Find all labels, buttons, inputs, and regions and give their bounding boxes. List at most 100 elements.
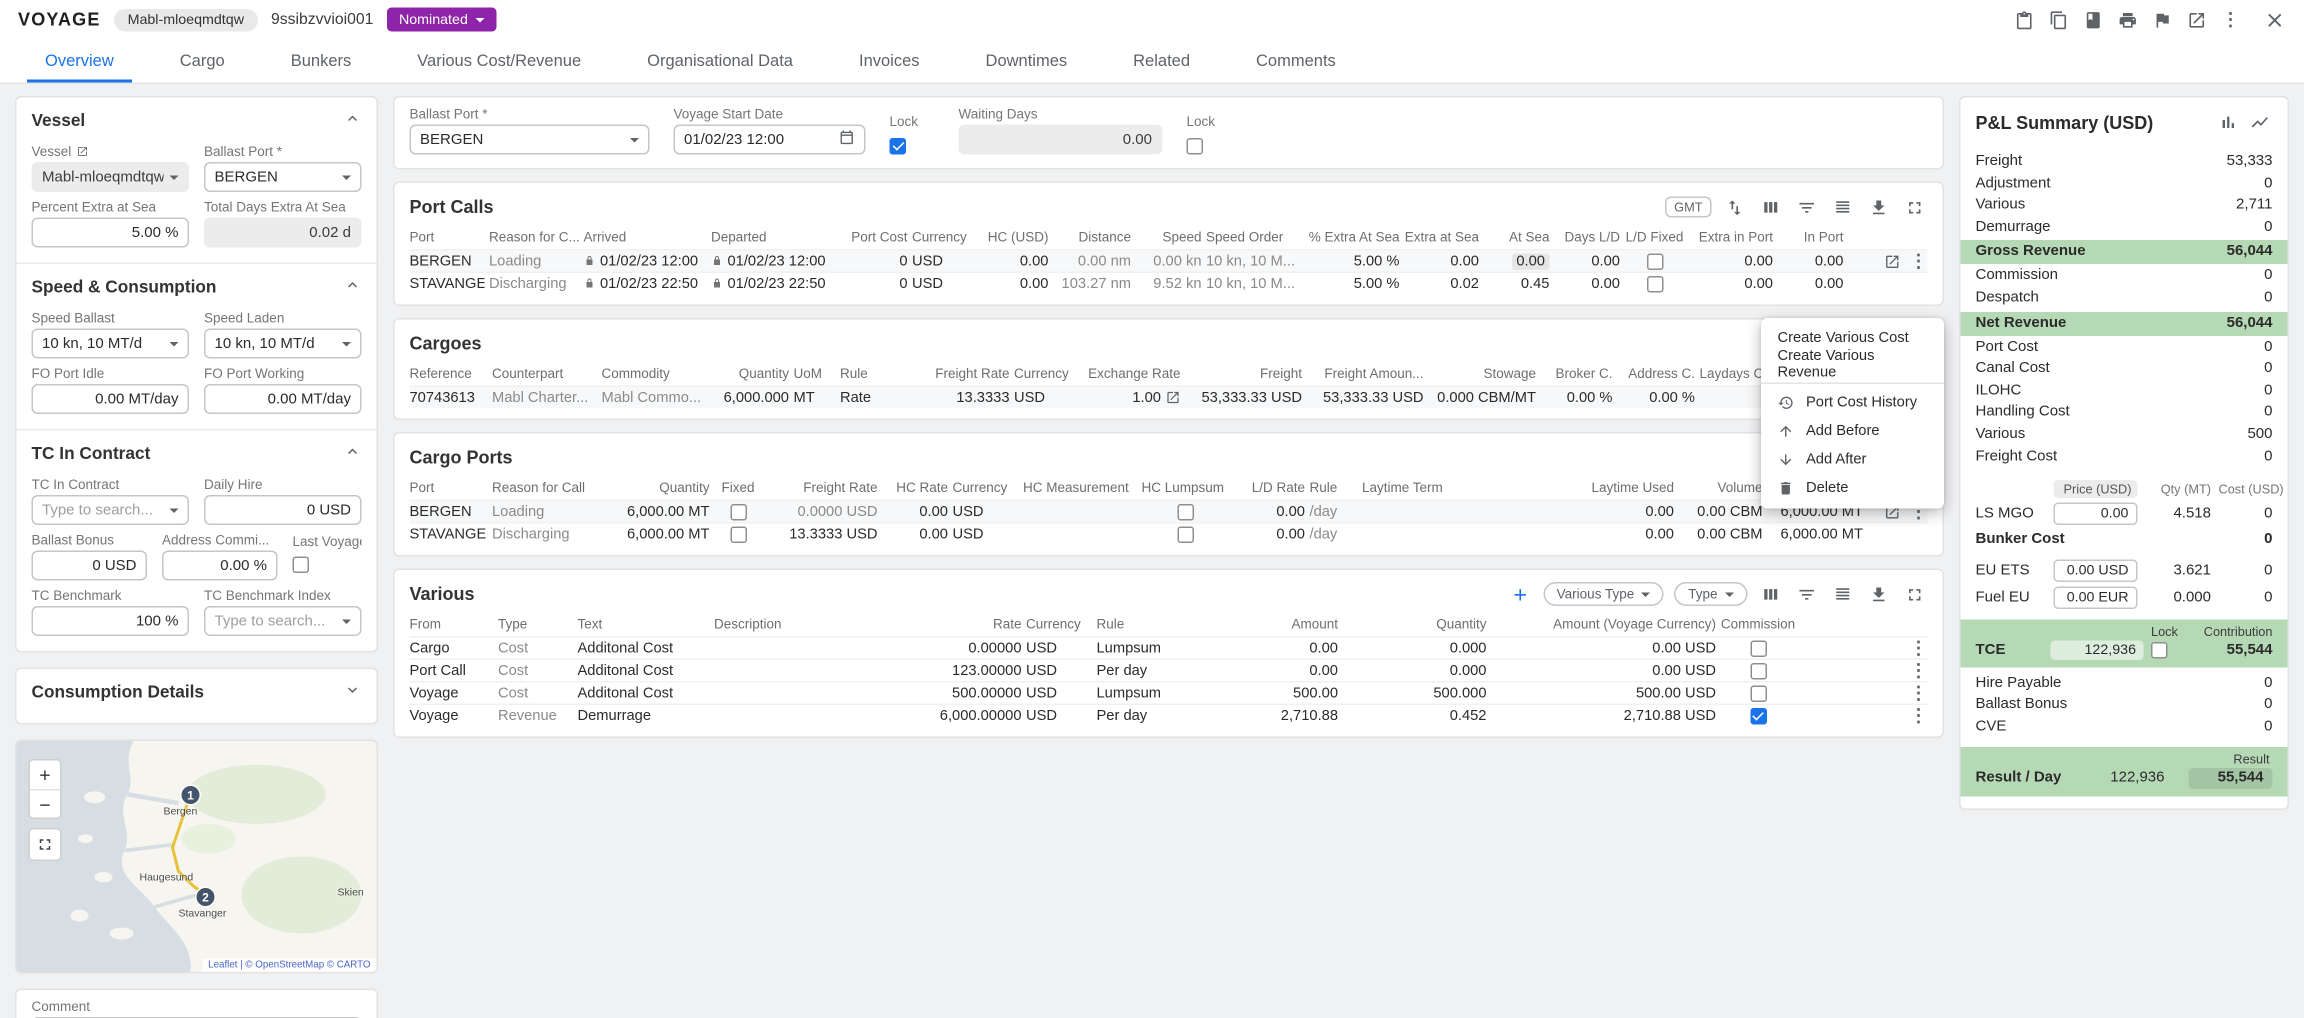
fuel-eu-price-input[interactable]: 0.00 EUR bbox=[2054, 587, 2138, 610]
sort-icon[interactable] bbox=[1722, 194, 1748, 220]
ls-mgo-price-input[interactable]: 0.00 bbox=[2054, 502, 2138, 525]
menu-item-delete[interactable]: Delete bbox=[1761, 474, 1944, 503]
column-header[interactable]: Laytime Term bbox=[1362, 480, 1577, 495]
eu-ets-price-input[interactable]: 0.00 USD bbox=[2054, 560, 2138, 583]
column-header[interactable]: From bbox=[410, 617, 494, 632]
columns-icon[interactable] bbox=[1758, 581, 1784, 607]
column-header[interactable]: Volume bbox=[1679, 480, 1763, 495]
ld-fixed-checkbox[interactable] bbox=[1646, 253, 1663, 270]
various-type-filter[interactable]: Various Type bbox=[1543, 582, 1664, 606]
row-menu-icon[interactable]: ⋮ bbox=[1910, 252, 1928, 270]
zoom-in-button[interactable]: + bbox=[30, 761, 60, 790]
column-header[interactable]: Laytime Used bbox=[1581, 480, 1674, 495]
zoom-out-button[interactable]: − bbox=[30, 789, 60, 818]
cargo-row[interactable]: 70743613 Mabl Charter... Mabl Commo... 6… bbox=[410, 386, 1928, 409]
port-call-row[interactable]: BERGEN Loading 01/02/23 12:00 01/02/23 1… bbox=[410, 249, 1928, 272]
daily-hire-input[interactable]: 0 USD bbox=[204, 495, 362, 525]
waiting-days-lock-checkbox[interactable] bbox=[1187, 138, 1204, 155]
column-header[interactable]: Departed bbox=[711, 230, 834, 245]
ld-fixed-checkbox[interactable] bbox=[1646, 275, 1663, 292]
column-header[interactable]: Quantity bbox=[608, 480, 710, 495]
column-header[interactable]: Rule bbox=[1097, 617, 1190, 632]
column-header[interactable]: Rate bbox=[929, 617, 1022, 632]
fo-port-idle-input[interactable]: 0.00 MT/day bbox=[32, 384, 190, 414]
tc-in-contract-search[interactable]: Type to search... bbox=[32, 495, 190, 525]
column-header[interactable]: Stowage bbox=[1428, 366, 1536, 381]
add-various-icon[interactable] bbox=[1507, 581, 1533, 607]
column-header[interactable]: Freight Rate bbox=[767, 480, 878, 495]
column-header[interactable]: Reference bbox=[410, 366, 488, 381]
column-header[interactable]: Broker C. bbox=[1541, 366, 1613, 381]
collapse-chevron-up-icon[interactable] bbox=[344, 441, 362, 468]
various-row[interactable]: Cargo Cost Additonal Cost 0.00000 USD Lu… bbox=[410, 636, 1928, 659]
menu-item-create-various-cost[interactable]: Create Various Cost bbox=[1761, 324, 1944, 351]
column-header[interactable]: Currency bbox=[953, 480, 1019, 495]
menu-item-create-various-revenue[interactable]: Create Various Revenue bbox=[1761, 351, 1944, 378]
columns-icon[interactable] bbox=[1758, 194, 1784, 220]
various-row[interactable]: Voyage Cost Additonal Cost 500.00000 USD… bbox=[410, 681, 1928, 704]
column-header[interactable]: Speed bbox=[1136, 230, 1202, 245]
column-header[interactable]: Fixed bbox=[721, 480, 754, 495]
column-header[interactable]: L/D Fixed bbox=[1626, 230, 1684, 245]
commission-checkbox[interactable] bbox=[1750, 662, 1767, 679]
cargo-port-row[interactable]: STAVANGER Discharging 6,000.00 MT 13.333… bbox=[410, 522, 1928, 545]
hc-lumpsum-checkbox[interactable] bbox=[1177, 526, 1194, 543]
column-header[interactable]: At Sea bbox=[1484, 230, 1550, 245]
column-header[interactable]: Currency bbox=[1014, 366, 1080, 381]
ballast-port-select[interactable]: BERGEN bbox=[204, 162, 362, 192]
status-badge[interactable]: Nominated bbox=[387, 8, 496, 32]
tab-bunkers[interactable]: Bunkers bbox=[258, 39, 385, 83]
vessel-chip[interactable]: Mabl-mloeqmdtqw bbox=[114, 8, 257, 31]
launch-icon[interactable] bbox=[76, 146, 88, 158]
tc-benchmark-index-search[interactable]: Type to search... bbox=[204, 606, 362, 636]
tab-related[interactable]: Related bbox=[1100, 39, 1223, 83]
column-header[interactable]: HC (USD) bbox=[980, 230, 1049, 245]
column-header[interactable]: Port Cost bbox=[839, 230, 908, 245]
various-row[interactable]: Voyage Revenue Demurrage 6,000.00000 USD… bbox=[410, 704, 1928, 727]
column-header[interactable]: Rule bbox=[840, 366, 912, 381]
column-header[interactable]: Reason for Call bbox=[492, 480, 603, 495]
commission-checkbox[interactable] bbox=[1750, 707, 1767, 724]
column-header[interactable]: Currency bbox=[912, 230, 975, 245]
speed-ballast-select[interactable]: 10 kn, 10 MT/d bbox=[32, 329, 190, 359]
column-header[interactable]: % Extra At Sea bbox=[1304, 230, 1400, 245]
logbook-icon[interactable] bbox=[2084, 10, 2104, 30]
tab-cargo[interactable]: Cargo bbox=[147, 39, 258, 83]
column-header[interactable]: L/D Rate bbox=[1233, 480, 1305, 495]
row-menu-icon[interactable]: ⋮ bbox=[1910, 707, 1928, 725]
hc-lumpsum-checkbox[interactable] bbox=[1177, 503, 1194, 520]
map-fullscreen-button[interactable] bbox=[29, 828, 62, 861]
column-header[interactable]: Quantity bbox=[1343, 617, 1487, 632]
open-exchange-rate-icon[interactable] bbox=[1166, 390, 1181, 405]
column-header[interactable]: Arrived bbox=[584, 230, 707, 245]
column-header[interactable]: Reason for C... bbox=[489, 230, 579, 245]
cell-at-sea[interactable]: 0.00 bbox=[1512, 253, 1550, 270]
column-header[interactable]: Port bbox=[410, 230, 485, 245]
row-menu-icon[interactable]: ⋮ bbox=[1910, 684, 1928, 702]
fixed-checkbox[interactable] bbox=[730, 526, 747, 543]
tab-invoices[interactable]: Invoices bbox=[826, 39, 953, 83]
tc-benchmark-input[interactable]: 100 % bbox=[32, 606, 190, 636]
column-header[interactable]: Type bbox=[498, 617, 573, 632]
column-header[interactable]: Speed Order bbox=[1206, 230, 1299, 245]
column-header[interactable]: Extra at Sea bbox=[1404, 230, 1479, 245]
various-row[interactable]: Port Call Cost Additonal Cost 123.00000 … bbox=[410, 659, 1928, 682]
expand-icon[interactable] bbox=[1902, 581, 1928, 607]
column-header[interactable]: Text bbox=[578, 617, 710, 632]
tab-organisational-data[interactable]: Organisational Data bbox=[614, 39, 826, 83]
column-header[interactable]: Address C. bbox=[1617, 366, 1695, 381]
collapse-chevron-up-icon[interactable] bbox=[344, 108, 362, 135]
tab-overview[interactable]: Overview bbox=[12, 39, 147, 83]
last-voyage-checkbox[interactable] bbox=[293, 557, 310, 574]
column-header[interactable]: Exchange Rate bbox=[1085, 366, 1181, 381]
fo-port-working-input[interactable]: 0.00 MT/day bbox=[204, 384, 362, 414]
address-commission-input[interactable]: 0.00 % bbox=[162, 551, 278, 581]
ballast-bonus-input[interactable]: 0 USD bbox=[32, 551, 148, 581]
map-attribution[interactable]: Leaflet | © OpenStreetMap © CARTO bbox=[202, 959, 376, 973]
voyage-start-lock-checkbox[interactable] bbox=[890, 138, 907, 155]
line-chart-icon[interactable] bbox=[2247, 110, 2273, 136]
column-header[interactable]: HC Lumpsum bbox=[1142, 480, 1229, 495]
tce-lock-checkbox[interactable] bbox=[2151, 642, 2168, 659]
menu-item-port-cost-history[interactable]: Port Cost History bbox=[1761, 389, 1944, 418]
column-header[interactable]: Port bbox=[410, 480, 488, 495]
